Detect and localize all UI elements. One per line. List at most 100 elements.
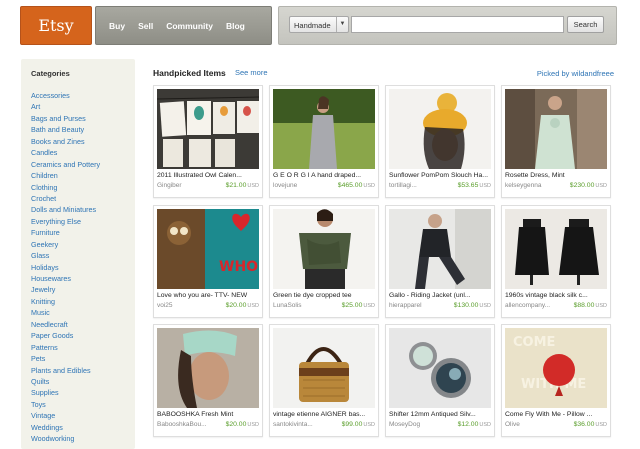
category-link[interactable]: Needlecraft bbox=[31, 319, 100, 330]
item-price: $130.00USD bbox=[453, 302, 491, 309]
item-image[interactable] bbox=[505, 89, 607, 169]
category-link[interactable]: Paper Goods bbox=[31, 330, 100, 341]
category-link[interactable]: Candles bbox=[31, 147, 100, 158]
item-title[interactable]: Come Fly With Me - Pillow ... bbox=[505, 411, 607, 418]
item-title[interactable]: BABOOSHKA Fresh Mint bbox=[157, 411, 259, 418]
nav-buy[interactable]: Buy bbox=[109, 21, 125, 31]
see-more-link[interactable]: See more bbox=[235, 68, 268, 77]
picked-by-link[interactable]: Picked by wildandfreee bbox=[537, 69, 614, 78]
category-link[interactable]: Supplies bbox=[31, 387, 100, 398]
item-shop[interactable]: kelseygenna bbox=[505, 182, 563, 189]
category-link[interactable]: Children bbox=[31, 170, 100, 181]
item-card[interactable]: WHO Love who you are- TTV- NEW voi25 $20… bbox=[153, 205, 263, 318]
item-price: $25.00USD bbox=[341, 302, 375, 309]
item-card[interactable]: Green tie dye cropped tee LunaSolis $25.… bbox=[269, 205, 379, 318]
item-title[interactable]: Green tie dye cropped tee bbox=[273, 292, 375, 299]
category-link[interactable]: Plants and Edibles bbox=[31, 365, 100, 376]
item-shop[interactable]: LunaSolis bbox=[273, 302, 331, 309]
item-card[interactable]: Gallo - Riding Jacket (unl... hierappare… bbox=[385, 205, 495, 318]
category-link[interactable]: Geekery bbox=[31, 239, 100, 250]
nav-sell[interactable]: Sell bbox=[138, 21, 153, 31]
item-card[interactable]: Shifter 12mm Antiqued Silv... MoseyDog $… bbox=[385, 324, 495, 437]
item-shop[interactable]: voi25 bbox=[157, 302, 215, 309]
category-link[interactable]: Quilts bbox=[31, 376, 100, 387]
item-title[interactable]: 1960s vintage black silk c... bbox=[505, 292, 607, 299]
item-price: $99.00USD bbox=[341, 421, 375, 428]
item-price: $12.00USD bbox=[457, 421, 491, 428]
item-image[interactable] bbox=[273, 328, 375, 408]
category-link[interactable]: Music bbox=[31, 307, 100, 318]
category-link[interactable]: Jewelry bbox=[31, 284, 100, 295]
category-link[interactable]: Woodworking bbox=[31, 433, 100, 444]
category-link[interactable]: Dolls and Miniatures bbox=[31, 204, 100, 215]
item-shop[interactable]: santokivinta... bbox=[273, 421, 331, 428]
item-shop[interactable]: allencompany... bbox=[505, 302, 563, 309]
item-image[interactable]: COME WITH ME bbox=[505, 328, 607, 408]
item-shop[interactable]: MoseyDog bbox=[389, 421, 447, 428]
item-card[interactable]: Rosette Dress, Mint kelseygenna $230.00U… bbox=[501, 85, 611, 198]
search-input[interactable] bbox=[351, 16, 564, 33]
item-image[interactable] bbox=[273, 209, 375, 289]
item-shop[interactable]: Gingiber bbox=[157, 182, 215, 189]
item-image[interactable] bbox=[389, 89, 491, 169]
search-button[interactable]: Search bbox=[567, 16, 604, 33]
item-shop[interactable]: Olive bbox=[505, 421, 563, 428]
item-shop[interactable]: hierapparel bbox=[389, 302, 447, 309]
category-link[interactable]: Toys bbox=[31, 399, 100, 410]
item-title[interactable]: Gallo - Riding Jacket (unl... bbox=[389, 292, 491, 299]
item-price: $20.00USD bbox=[225, 421, 259, 428]
item-title[interactable]: Sunflower PomPom Slouch Ha... bbox=[389, 172, 491, 179]
item-image[interactable] bbox=[389, 209, 491, 289]
item-image[interactable] bbox=[157, 328, 259, 408]
item-card[interactable]: 2011 Illustrated Owl Calen... Gingiber $… bbox=[153, 85, 263, 198]
category-link[interactable]: Art bbox=[31, 101, 100, 112]
item-title[interactable]: G E O R G I A hand draped... bbox=[273, 172, 375, 179]
category-link[interactable]: Patterns bbox=[31, 342, 100, 353]
item-title[interactable]: Rosette Dress, Mint bbox=[505, 172, 607, 179]
item-card[interactable]: COME WITH ME Come Fly With Me - Pillow .… bbox=[501, 324, 611, 437]
search-category-select[interactable]: Handmade ▼ bbox=[289, 16, 349, 33]
etsy-logo[interactable]: Etsy bbox=[20, 6, 92, 45]
category-link[interactable]: Pets bbox=[31, 353, 100, 364]
item-image[interactable] bbox=[505, 209, 607, 289]
svg-text:WHO: WHO bbox=[219, 259, 258, 275]
item-shop[interactable]: BabooshkaBou... bbox=[157, 421, 215, 428]
category-link[interactable]: Bath and Beauty bbox=[31, 124, 100, 135]
item-title[interactable]: vintage etienne AIGNER bas... bbox=[273, 411, 375, 418]
item-card[interactable]: vintage etienne AIGNER bas... santokivin… bbox=[269, 324, 379, 437]
item-card[interactable]: 1960s vintage black silk c... allencompa… bbox=[501, 205, 611, 318]
category-link[interactable]: Knitting bbox=[31, 296, 100, 307]
category-link[interactable]: Accessories bbox=[31, 90, 100, 101]
category-link[interactable]: Furniture bbox=[31, 227, 100, 238]
category-link[interactable]: Housewares bbox=[31, 273, 100, 284]
item-shop[interactable]: tortillagi... bbox=[389, 182, 447, 189]
category-link[interactable]: Books and Zines bbox=[31, 136, 100, 147]
nav-blog[interactable]: Blog bbox=[226, 21, 245, 31]
category-link[interactable]: Holidays bbox=[31, 262, 100, 273]
category-link[interactable]: Crochet bbox=[31, 193, 100, 204]
item-price: $88.00USD bbox=[573, 302, 607, 309]
category-link[interactable]: Weddings bbox=[31, 422, 100, 433]
item-price: $465.00USD bbox=[337, 182, 375, 189]
item-image[interactable]: WHO bbox=[157, 209, 259, 289]
category-link[interactable]: Vintage bbox=[31, 410, 100, 421]
item-image[interactable] bbox=[389, 328, 491, 408]
category-link[interactable]: Bags and Purses bbox=[31, 113, 100, 124]
category-link[interactable]: Clothing bbox=[31, 182, 100, 193]
nav-community[interactable]: Community bbox=[166, 21, 213, 31]
category-link[interactable]: Ceramics and Pottery bbox=[31, 159, 100, 170]
item-image[interactable] bbox=[157, 89, 259, 169]
section-title: Handpicked Items bbox=[153, 68, 226, 78]
item-title[interactable]: Love who you are- TTV- NEW bbox=[157, 292, 259, 299]
item-title[interactable]: Shifter 12mm Antiqued Silv... bbox=[389, 411, 491, 418]
item-card[interactable]: G E O R G I A hand draped... lovejune $4… bbox=[269, 85, 379, 198]
item-card[interactable]: BABOOSHKA Fresh Mint BabooshkaBou... $20… bbox=[153, 324, 263, 437]
item-title[interactable]: 2011 Illustrated Owl Calen... bbox=[157, 172, 259, 179]
category-link[interactable]: Everything Else bbox=[31, 216, 100, 227]
item-price: $36.00USD bbox=[573, 421, 607, 428]
item-card[interactable]: Sunflower PomPom Slouch Ha... tortillagi… bbox=[385, 85, 495, 198]
category-link[interactable]: Glass bbox=[31, 250, 100, 261]
item-image[interactable] bbox=[273, 89, 375, 169]
item-shop[interactable]: lovejune bbox=[273, 182, 331, 189]
main-nav: Buy Sell Community Blog bbox=[95, 6, 272, 45]
